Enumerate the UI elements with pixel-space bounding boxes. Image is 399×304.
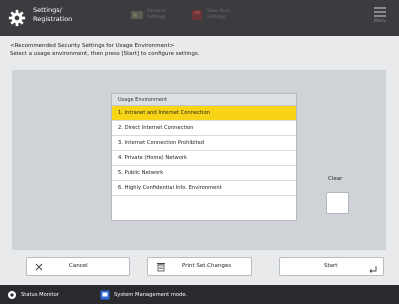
menu-icon: [374, 7, 386, 17]
instructions-title: <Recommended Security Settings for Usage…: [10, 43, 175, 49]
cancel-label: Cancel: [69, 263, 88, 269]
status-monitor-button[interactable]: Status Monitor: [7, 285, 59, 304]
save-settings-icon: [192, 10, 202, 20]
personal-settings-icon: [131, 11, 143, 19]
system-mode-indicator: System Management mode.: [100, 285, 187, 304]
settings-gear-icon[interactable]: [8, 9, 26, 27]
list-item-intranet-internet[interactable]: 1. Intranet and Internet Connection: [112, 106, 296, 121]
personal-settings-button[interactable]: Personal Settings: [130, 8, 166, 22]
list-header: Usage Environment: [112, 94, 296, 106]
save-personal-settings-button[interactable]: Save Pers. Settings: [190, 8, 230, 22]
print-set-changes-button[interactable]: Print Set.Changes: [147, 257, 252, 276]
status-monitor-icon: [8, 290, 16, 299]
system-mode-label: System Management mode.: [114, 291, 188, 298]
print-icon: [157, 263, 165, 272]
personal-settings-line2: Settings: [147, 15, 166, 20]
usage-environment-list: Usage Environment 1. Intranet and Intern…: [111, 93, 297, 221]
clear-label: Clear: [328, 176, 343, 182]
close-icon: [35, 263, 43, 271]
list-item-private-network[interactable]: 4. Private (Home) Network: [112, 151, 296, 166]
cancel-button[interactable]: Cancel: [26, 257, 130, 276]
list-item-confidential[interactable]: 6. Highly Confidential Info. Environment: [112, 181, 296, 196]
top-bar: Settings/ Registration Personal Settings…: [0, 0, 399, 36]
save-settings-line2: Settings: [207, 15, 226, 20]
list-item-public-network[interactable]: 5. Public Network: [112, 166, 296, 181]
clear-button[interactable]: [326, 192, 349, 214]
app-title-line1: Settings/: [33, 6, 62, 14]
menu-button[interactable]: Menu: [369, 5, 391, 31]
system-management-icon: [100, 290, 110, 299]
app-title-line2: Registration: [33, 15, 73, 23]
instructions: <Recommended Security Settings for Usage…: [10, 42, 199, 58]
list-item-internet-prohibited[interactable]: 3. Internet Connection Prohibited: [112, 136, 296, 151]
print-set-changes-label: Print Set.Changes: [182, 263, 232, 269]
enter-icon: [369, 266, 377, 273]
status-monitor-label: Status Monitor: [21, 291, 59, 298]
list-item-direct-internet[interactable]: 2. Direct Internet Connection: [112, 121, 296, 136]
status-bar: Status Monitor System Management mode.: [0, 285, 399, 304]
start-label: Start: [324, 263, 338, 269]
menu-label: Menu: [373, 19, 387, 24]
start-button[interactable]: Start: [279, 257, 384, 276]
instructions-text: Select a usage environment, then press […: [10, 51, 200, 57]
app-title: Settings/ Registration: [33, 6, 72, 24]
